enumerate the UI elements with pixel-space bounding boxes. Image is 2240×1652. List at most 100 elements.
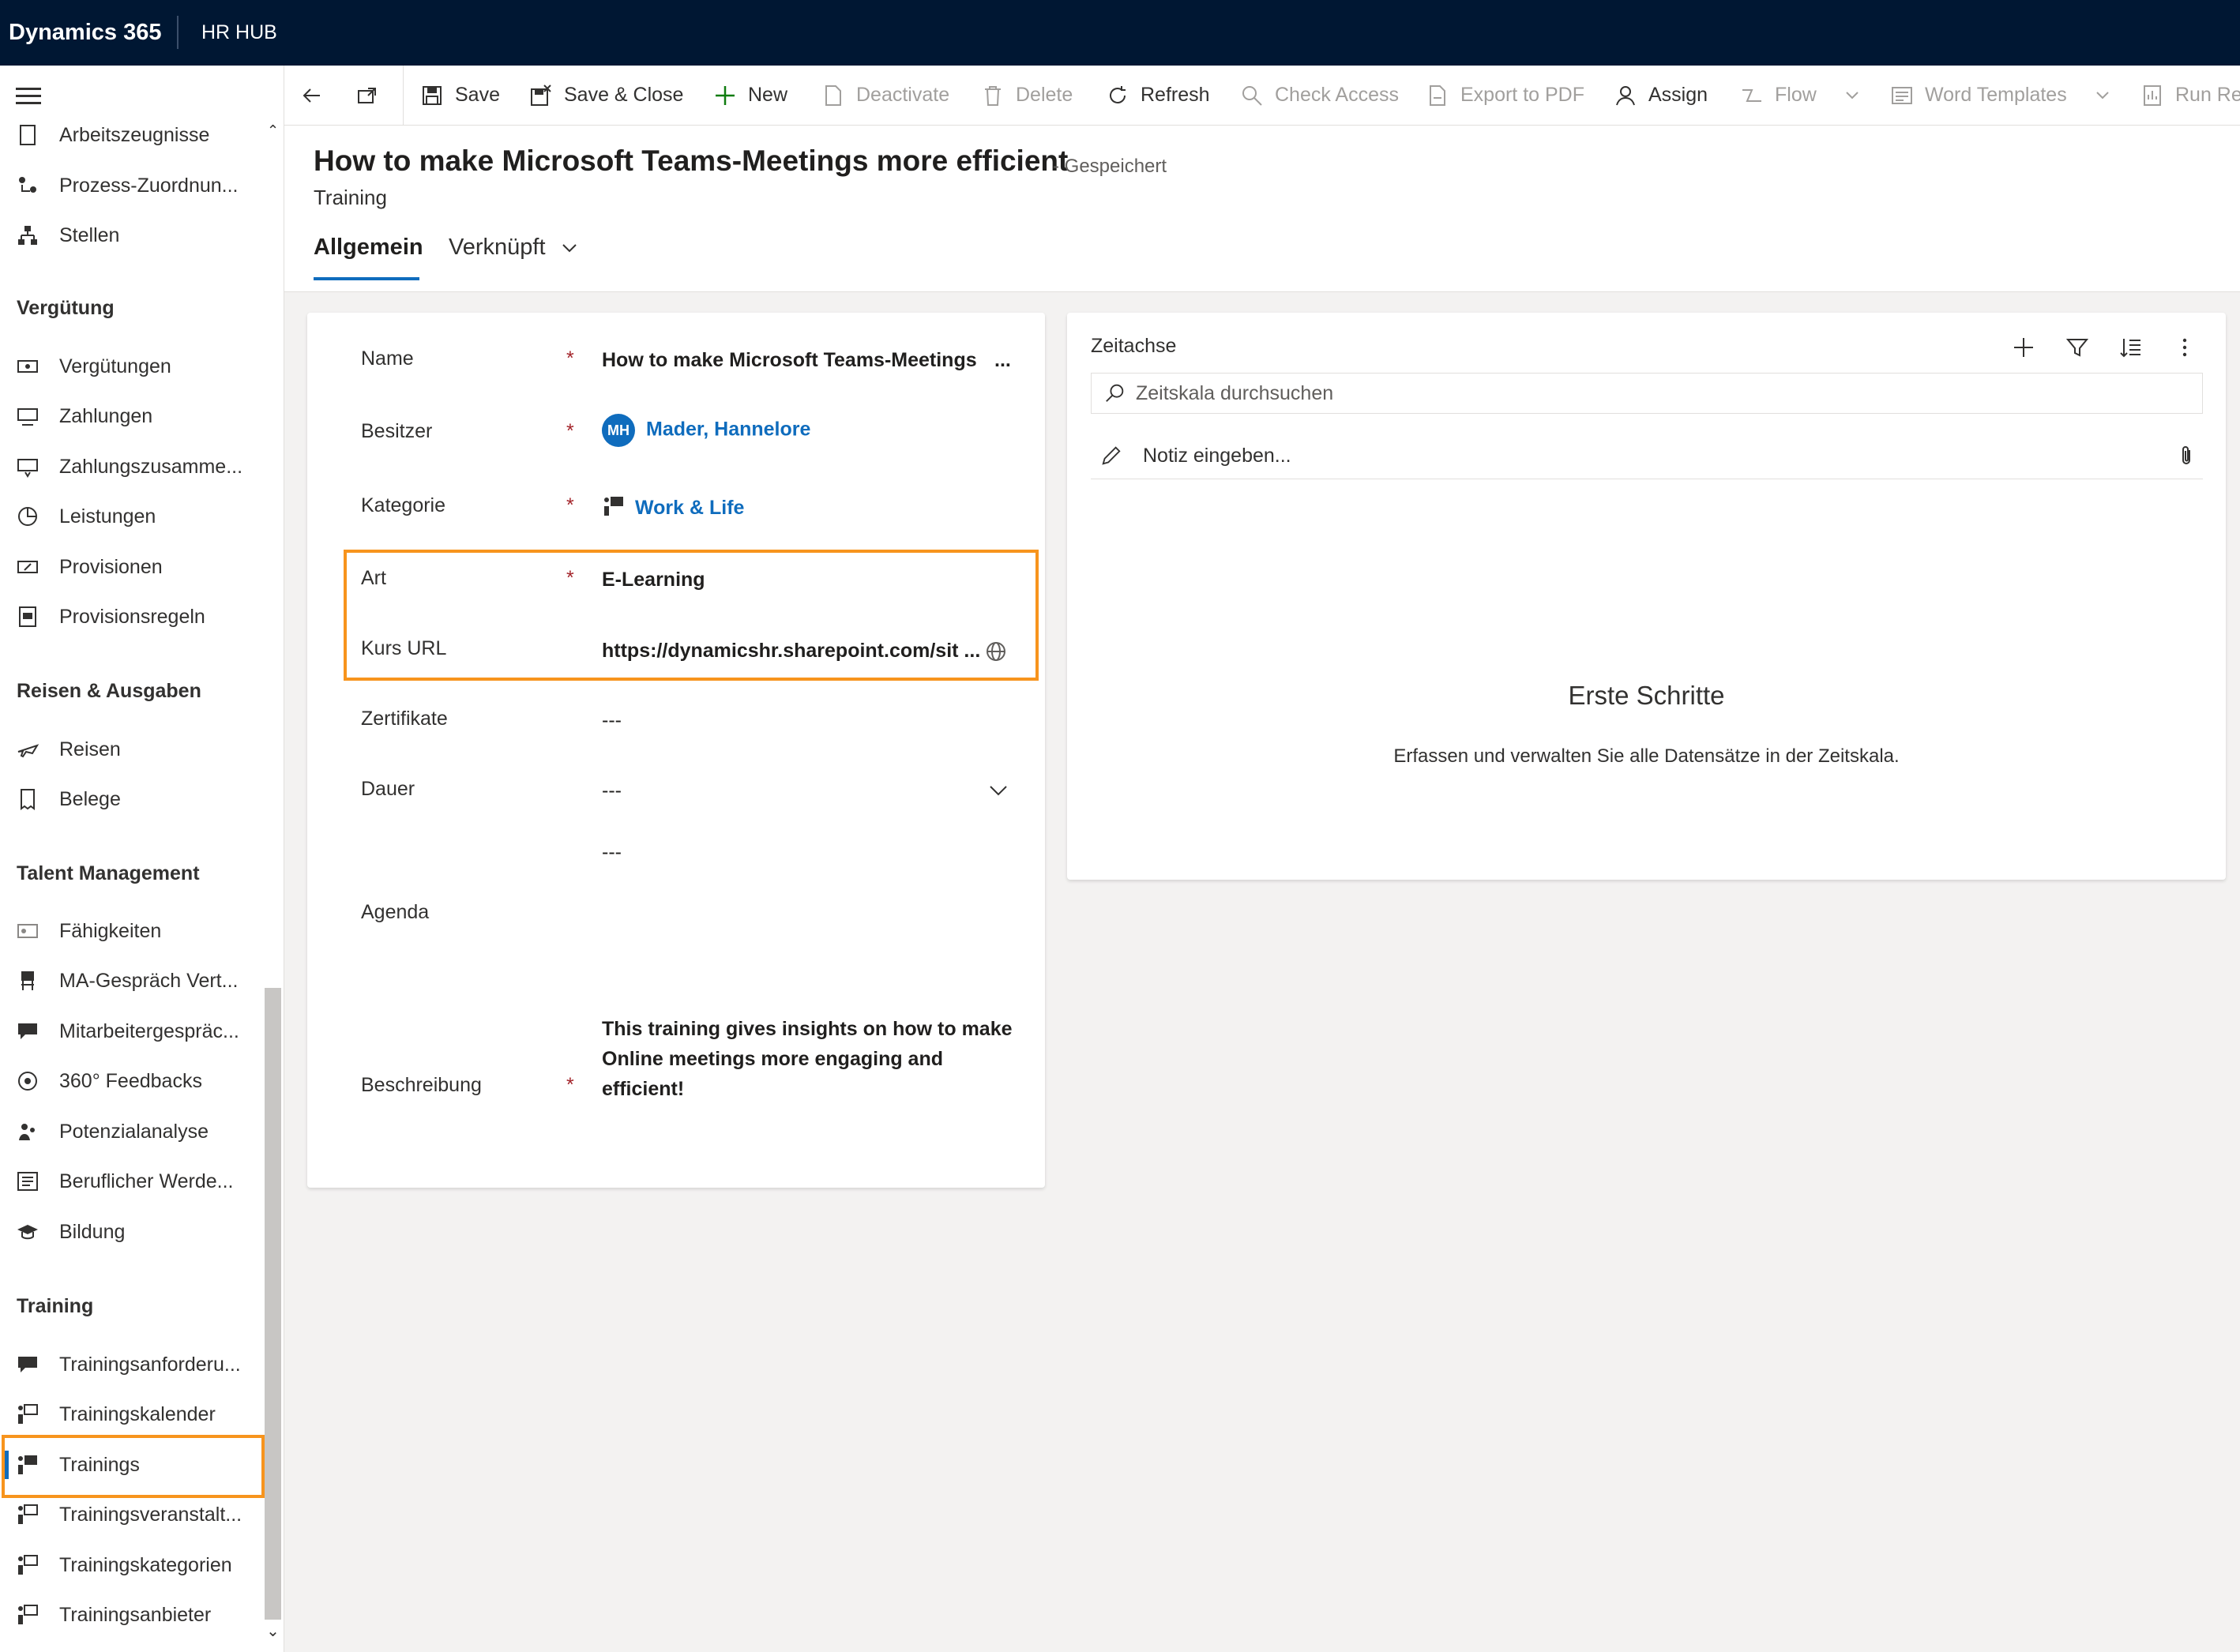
save-icon	[420, 84, 444, 107]
app-name[interactable]: HR HUB	[201, 0, 277, 66]
sidebar-item-360-feedbacks[interactable]: 360° Feedbacks	[0, 1059, 269, 1103]
sitemap-sidebar: Arbeitszeugnisse Prozess-Zuordnun... Ste…	[0, 66, 284, 1652]
refresh-label: Refresh	[1141, 84, 1210, 106]
scroll-up-icon[interactable]: ⌃	[265, 123, 281, 137]
deactivate-button[interactable]: Deactivate	[821, 66, 949, 125]
sidebar-item-arbeitszeugnisse[interactable]: Arbeitszeugnisse	[0, 113, 269, 157]
sidebar-item-zahlungen[interactable]: Zahlungen	[0, 394, 269, 438]
save-close-label: Save & Close	[564, 84, 684, 106]
flow-label: Flow	[1775, 84, 1817, 106]
entity-name: Training	[314, 186, 387, 209]
save-close-icon	[529, 84, 553, 107]
scroll-down-icon[interactable]: ⌄	[265, 1620, 281, 1643]
paperclip-icon[interactable]	[2174, 444, 2198, 467]
save-label: Save	[455, 84, 500, 106]
section-training: Training	[17, 1295, 94, 1317]
empty-state-title: Erste Schritte	[1568, 681, 1725, 710]
hamburger-menu-icon[interactable]	[16, 88, 41, 105]
save-button[interactable]: Save	[420, 66, 500, 125]
timeline-search-input[interactable]: Zeitskala durchsuchen	[1091, 373, 2203, 414]
sidebar-item-trainingsveranstaltungen[interactable]: Trainingsveranstalt...	[0, 1492, 269, 1537]
new-button[interactable]: New	[713, 66, 787, 125]
flow-button[interactable]: Flow	[1740, 66, 1864, 125]
sidebar-item-zahlungszusammenfassung[interactable]: Zahlungszusamme...	[0, 445, 269, 489]
course-url-field[interactable]: https://dynamicshr.sharepoint.com/sit ..…	[602, 640, 980, 663]
pencil-icon	[1100, 444, 1124, 467]
sidebar-item-mitarbeitergespraech[interactable]: Mitarbeitergespräc...	[0, 1009, 269, 1053]
run-report-button[interactable]: Run Rep	[2140, 66, 2240, 125]
training-request-icon	[15, 1352, 40, 1377]
assign-button[interactable]: Assign	[1614, 66, 1708, 125]
sort-icon[interactable]	[2118, 335, 2144, 360]
sidebar-scroll-thumb[interactable]	[265, 988, 281, 1620]
sidebar-item-provisionsregeln[interactable]: Provisionsregeln	[0, 595, 269, 639]
save-status: - Gespeichert	[1053, 156, 1167, 177]
sidebar-item-belege[interactable]: Belege	[0, 777, 269, 821]
sidebar-item-beruflicher-werdegang[interactable]: Beruflicher Werde...	[0, 1159, 269, 1203]
refresh-button[interactable]: Refresh	[1106, 66, 1210, 125]
certificates-field[interactable]: ---	[602, 709, 622, 732]
category-field[interactable]: Work & Life	[602, 494, 744, 524]
check-access-button[interactable]: Check Access	[1240, 66, 1399, 125]
back-button[interactable]	[300, 66, 324, 125]
sidebar-item-trainingsanbieter[interactable]: Trainingsanbieter	[0, 1593, 269, 1637]
tab-allgemein[interactable]: Allgemein	[314, 235, 423, 261]
duration-label: Dauer	[361, 778, 415, 800]
globe-icon[interactable]	[984, 640, 1008, 663]
sidebar-item-trainingsanforderungen[interactable]: Trainingsanforderu...	[0, 1342, 269, 1387]
people-icon	[15, 1119, 40, 1144]
word-templates-button[interactable]: Word Templates	[1890, 66, 2114, 125]
sidebar-item-leistungen[interactable]: Leistungen	[0, 494, 269, 539]
empty-state-text: Erfassen und verwalten Sie alle Datensät…	[1393, 745, 1900, 767]
back-arrow-icon	[300, 84, 324, 107]
save-close-button[interactable]: Save & Close	[529, 66, 683, 125]
sidebar-item-provisionen[interactable]: Provisionen	[0, 545, 269, 589]
sidebar-item-stellen[interactable]: Stellen	[0, 213, 269, 257]
popout-icon	[355, 84, 379, 107]
command-bar: Save Save & Close New Deactivate Delete …	[284, 66, 2240, 126]
owner-link[interactable]: Mader, Hannelore	[646, 419, 810, 441]
sidebar-item-trainingskalender[interactable]: Trainingskalender	[0, 1392, 269, 1436]
sidebar-item-verguetungen[interactable]: Vergütungen	[0, 344, 269, 389]
rules-icon	[15, 604, 40, 629]
export-pdf-button[interactable]: Export to PDF	[1426, 66, 1584, 125]
category-link[interactable]: Work & Life	[635, 497, 744, 519]
name-more[interactable]: ...	[994, 349, 1011, 372]
command-divider	[403, 66, 404, 125]
type-field[interactable]: E-Learning	[602, 569, 705, 591]
delete-button[interactable]: Delete	[981, 66, 1073, 125]
chevron-down-icon[interactable]	[987, 779, 1010, 802]
presenter-icon	[602, 494, 626, 524]
filter-icon[interactable]	[2065, 335, 2090, 360]
more-vertical-icon[interactable]	[2172, 335, 2197, 360]
record-title: How to make Microsoft Teams-Meetings mor…	[314, 145, 1069, 177]
sidebar-item-prozess-zuordnung[interactable]: Prozess-Zuordnun...	[0, 163, 269, 208]
sidebar-item-bildung[interactable]: Bildung	[0, 1210, 269, 1254]
duration-field[interactable]: ---	[602, 779, 622, 802]
owner-label: Besitzer	[361, 420, 433, 442]
sidebar-item-ma-gespraech[interactable]: MA-Gespräch Vert...	[0, 959, 269, 1003]
new-label: New	[748, 84, 788, 106]
sidebar-item-potenzialanalyse[interactable]: Potenzialanalyse	[0, 1109, 269, 1154]
category-label: Kategorie	[361, 494, 446, 516]
sidebar-item-trainingskategorien[interactable]: Trainingskategorien	[0, 1543, 269, 1587]
tab-verknuepft[interactable]: Verknüpft	[449, 235, 579, 261]
timeline-panel: Zeitachse Zeitskala durchsuchen Notiz ei…	[1067, 313, 2226, 880]
brand-title[interactable]: Dynamics 365	[9, 0, 161, 66]
feedback-circle-icon	[15, 1068, 40, 1094]
agenda-field[interactable]: ---	[602, 841, 622, 864]
open-in-new-window-button[interactable]	[355, 66, 379, 125]
search-placeholder: Zeitskala durchsuchen	[1136, 381, 1334, 404]
delete-label: Delete	[1016, 84, 1073, 106]
sidebar-item-faehigkeiten[interactable]: Fähigkeiten	[0, 909, 269, 953]
description-field[interactable]: This training gives insights on how to m…	[602, 1014, 1013, 1104]
percent-icon	[15, 554, 40, 580]
pdf-icon	[1426, 84, 1449, 107]
chat-icon	[15, 1019, 40, 1044]
owner-field[interactable]: MH Mader, Hannelore	[602, 414, 810, 447]
note-input[interactable]: Notiz eingeben...	[1091, 433, 2203, 479]
flow-icon	[1740, 84, 1764, 107]
sidebar-item-reisen[interactable]: Reisen	[0, 727, 269, 772]
plus-icon[interactable]	[2011, 335, 2036, 360]
name-field[interactable]: How to make Microsoft Teams-Meetings	[602, 349, 977, 372]
